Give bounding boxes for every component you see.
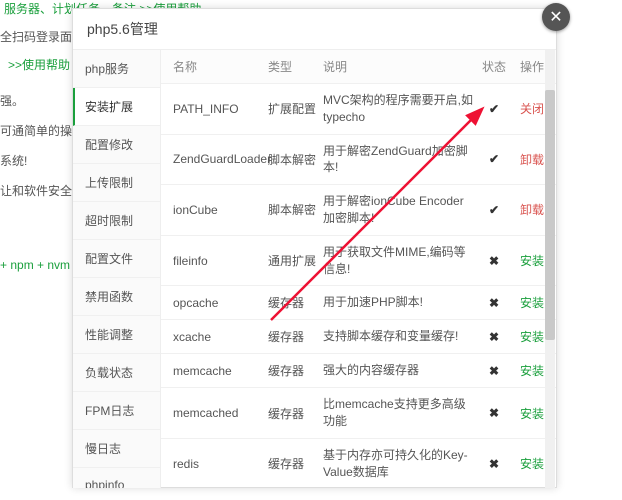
sidebar-item-perf[interactable]: 性能调整 <box>73 316 160 354</box>
scrollbar-thumb[interactable] <box>545 90 555 340</box>
table-header: 名称 类型 说明 状态 操作 <box>161 50 556 84</box>
ext-type: 缓存器 <box>268 405 323 422</box>
bg-text: >>使用帮助 <box>8 56 70 73</box>
sidebar-item-upload[interactable]: 上传限制 <box>73 164 160 202</box>
status-icon <box>480 296 508 310</box>
op-link[interactable]: 安装 <box>520 364 544 378</box>
col-status: 状态 <box>480 58 508 75</box>
status-icon <box>480 102 508 116</box>
ext-name: redis <box>173 457 268 471</box>
status-icon <box>480 254 508 268</box>
bg-text: + npm + nvm <box>0 258 70 272</box>
sidebar-item-cfg[interactable]: 配置修改 <box>73 126 160 164</box>
ext-desc: 比memcache支持更多高级功能 <box>323 396 480 430</box>
sidebar-item-timeout[interactable]: 超时限制 <box>73 202 160 240</box>
close-button[interactable]: ✕ <box>542 3 570 31</box>
table-row: opcache缓存器用于加速PHP脚本! 安装 <box>161 286 556 320</box>
php-manage-modal: ✕ php5.6管理 php服务安装扩展配置修改上传限制超时限制配置文件禁用函数… <box>72 8 557 488</box>
table-row: fileinfo通用扩展用于获取文件MIME,编码等信息! 安装 <box>161 236 556 287</box>
ext-desc: 基于内存亦可持久化的Key-Value数据库 <box>323 447 480 481</box>
sidebar-item-fpm[interactable]: FPM日志 <box>73 392 160 430</box>
status-icon <box>480 203 508 217</box>
status-icon <box>480 406 508 420</box>
ext-type: 缓存器 <box>268 362 323 379</box>
ext-desc: 用于加速PHP脚本! <box>323 294 480 311</box>
op-link[interactable]: 安装 <box>520 296 544 310</box>
op-link[interactable]: 安装 <box>520 330 544 344</box>
ext-name: opcache <box>173 296 268 310</box>
ext-desc: 支持脚本缓存和变量缓存! <box>323 328 480 345</box>
table-row: memcache缓存器强大的内容缓存器 安装 <box>161 354 556 388</box>
col-desc: 说明 <box>323 58 480 75</box>
table-row: PATH_INFO扩展配置MVC架构的程序需要开启,如typecho 关闭 <box>161 84 556 135</box>
table-row: redis缓存器基于内存亦可持久化的Key-Value数据库 安装 <box>161 439 556 488</box>
ext-type: 缓存器 <box>268 455 323 472</box>
ext-name: fileinfo <box>173 254 268 268</box>
ext-type: 缓存器 <box>268 294 323 311</box>
col-op: 操作 <box>508 58 544 75</box>
sidebar-item-slow[interactable]: 慢日志 <box>73 430 160 468</box>
ext-name: PATH_INFO <box>173 102 268 116</box>
bg-text: 系统! <box>0 152 27 169</box>
ext-type: 脚本解密 <box>268 201 323 218</box>
sidebar-item-disfn[interactable]: 禁用函数 <box>73 278 160 316</box>
ext-type: 脚本解密 <box>268 151 323 168</box>
ext-type: 扩展配置 <box>268 100 323 117</box>
bg-text: 可通简单的操 <box>0 122 72 139</box>
ext-name: memcache <box>173 364 268 378</box>
sidebar-item-conf[interactable]: 配置文件 <box>73 240 160 278</box>
ext-desc: 强大的内容缓存器 <box>323 362 480 379</box>
op-link[interactable]: 安装 <box>520 254 544 268</box>
main-panel: 名称 类型 说明 状态 操作 PATH_INFO扩展配置MVC架构的程序需要开启… <box>161 50 556 488</box>
table-row: ionCube脚本解密用于解密ionCube Encoder加密脚本! 卸载 <box>161 185 556 236</box>
status-icon <box>480 457 508 471</box>
ext-desc: MVC架构的程序需要开启,如typecho <box>323 92 480 126</box>
table-row: xcache缓存器支持脚本缓存和变量缓存! 安装 <box>161 320 556 354</box>
op-link[interactable]: 安装 <box>520 457 544 471</box>
status-icon <box>480 330 508 344</box>
ext-desc: 用于获取文件MIME,编码等信息! <box>323 244 480 278</box>
sidebar-item-svc[interactable]: php服务 <box>73 50 160 88</box>
op-link[interactable]: 卸载 <box>520 153 544 167</box>
table-row: memcached缓存器比memcache支持更多高级功能 安装 <box>161 388 556 439</box>
ext-type: 缓存器 <box>268 328 323 345</box>
table-row: ZendGuardLoader脚本解密用于解密ZendGuard加密脚本! 卸载 <box>161 135 556 186</box>
modal-title: php5.6管理 <box>73 9 556 50</box>
op-link[interactable]: 关闭 <box>520 102 544 116</box>
status-icon <box>480 364 508 378</box>
op-link[interactable]: 卸载 <box>520 203 544 217</box>
col-type: 类型 <box>268 58 323 75</box>
status-icon <box>480 152 508 166</box>
sidebar: php服务安装扩展配置修改上传限制超时限制配置文件禁用函数性能调整负载状态FPM… <box>73 50 161 488</box>
sidebar-item-info[interactable]: phpinfo <box>73 468 160 488</box>
col-name: 名称 <box>173 58 268 75</box>
ext-name: memcached <box>173 406 268 420</box>
sidebar-item-load[interactable]: 负载状态 <box>73 354 160 392</box>
ext-type: 通用扩展 <box>268 252 323 269</box>
ext-name: xcache <box>173 330 268 344</box>
ext-name: ZendGuardLoader <box>173 152 268 166</box>
ext-desc: 用于解密ionCube Encoder加密脚本! <box>323 193 480 227</box>
op-link[interactable]: 安装 <box>520 407 544 421</box>
ext-name: ionCube <box>173 203 268 217</box>
bg-text: 强。 <box>0 92 24 109</box>
ext-desc: 用于解密ZendGuard加密脚本! <box>323 143 480 177</box>
sidebar-item-ext[interactable]: 安装扩展 <box>73 88 160 126</box>
